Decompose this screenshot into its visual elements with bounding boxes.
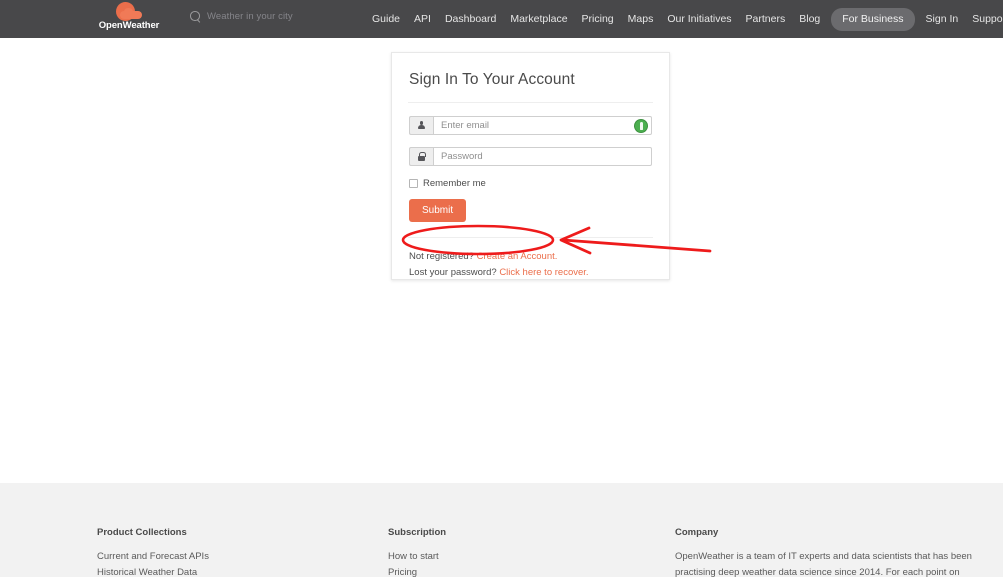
nav-link-support-label: Support [972, 12, 1003, 25]
footer-heading-company: Company [675, 527, 719, 538]
email-input[interactable] [433, 116, 652, 135]
footer-column-subscription: Subscription How to start Pricing [388, 526, 658, 577]
nav-link-blog[interactable]: Blog [792, 9, 827, 30]
footer-link-historical-weather-data[interactable]: Historical Weather Data [97, 565, 367, 577]
remember-me-label: Remember me [423, 178, 486, 189]
nav-link-guide[interactable]: Guide [365, 9, 407, 30]
not-registered-text: Not registered? [409, 251, 474, 262]
sign-in-form: Remember me Submit [392, 103, 669, 222]
footer-heading-product-collections: Product Collections [97, 527, 187, 538]
nav-link-marketplace[interactable]: Marketplace [503, 9, 574, 30]
footer-heading-subscription: Subscription [388, 527, 447, 538]
nav-link-dashboard[interactable]: Dashboard [438, 9, 503, 30]
nav-link-maps[interactable]: Maps [621, 9, 661, 30]
search-placeholder-text: Weather in your city [207, 11, 293, 22]
sun-cloud-icon [114, 2, 144, 21]
person-icon [418, 121, 426, 131]
lock-icon [418, 152, 426, 162]
card-links: Not registered? Create an Account. Lost … [392, 238, 669, 281]
search-icon [190, 11, 201, 22]
top-navigation-bar: OpenWeather Weather in your city Guide A… [0, 0, 1003, 38]
password-input[interactable] [433, 147, 652, 166]
footer-column-product-collections: Product Collections Current and Forecast… [97, 526, 367, 577]
email-field-group [409, 116, 652, 135]
page-root: OpenWeather Weather in your city Guide A… [0, 0, 1003, 577]
footer-column-company: Company OpenWeather is a team of IT expe… [675, 526, 975, 577]
nav-link-our-initiatives[interactable]: Our Initiatives [660, 9, 738, 30]
footer-link-current-forecast-apis[interactable]: Current and Forecast APIs [97, 549, 367, 565]
create-account-link[interactable]: Create an Account. [477, 251, 558, 262]
submit-button[interactable]: Submit [409, 199, 467, 222]
password-addon [409, 147, 433, 166]
password-field-group [409, 147, 652, 166]
sign-in-card: Sign In To Your Account Remem [391, 52, 670, 280]
nav-links-group: Guide API Dashboard Marketplace Pricing … [365, 0, 1003, 38]
page-footer: Product Collections Current and Forecast… [0, 483, 1003, 577]
nav-link-api[interactable]: API [407, 9, 438, 30]
password-manager-icon[interactable] [634, 118, 648, 133]
recover-password-link[interactable]: Click here to recover. [499, 267, 588, 278]
logo-wordmark: OpenWeather [98, 20, 160, 31]
lost-password-text: Lost your password? [409, 267, 497, 278]
city-search-box[interactable]: Weather in your city [190, 11, 320, 22]
nav-link-partners[interactable]: Partners [739, 9, 793, 30]
openweather-logo[interactable]: OpenWeather [97, 2, 161, 36]
company-description: OpenWeather is a team of IT experts and … [675, 551, 972, 577]
card-title: Sign In To Your Account [409, 71, 575, 88]
footer-link-pricing[interactable]: Pricing [388, 565, 658, 577]
nav-link-support[interactable]: Support [965, 9, 1003, 30]
footer-link-how-to-start[interactable]: How to start [388, 549, 658, 565]
remember-me-checkbox[interactable] [409, 179, 418, 188]
email-addon [409, 116, 433, 135]
nav-link-sign-in[interactable]: Sign In [919, 9, 966, 30]
remember-me-row: Remember me [409, 178, 652, 189]
nav-link-pricing[interactable]: Pricing [575, 9, 621, 30]
lost-password-row: Lost your password? Click here to recove… [409, 265, 652, 281]
cloud-icon [120, 8, 142, 19]
nav-link-for-business[interactable]: For Business [831, 7, 915, 31]
not-registered-row: Not registered? Create an Account. [409, 249, 652, 265]
